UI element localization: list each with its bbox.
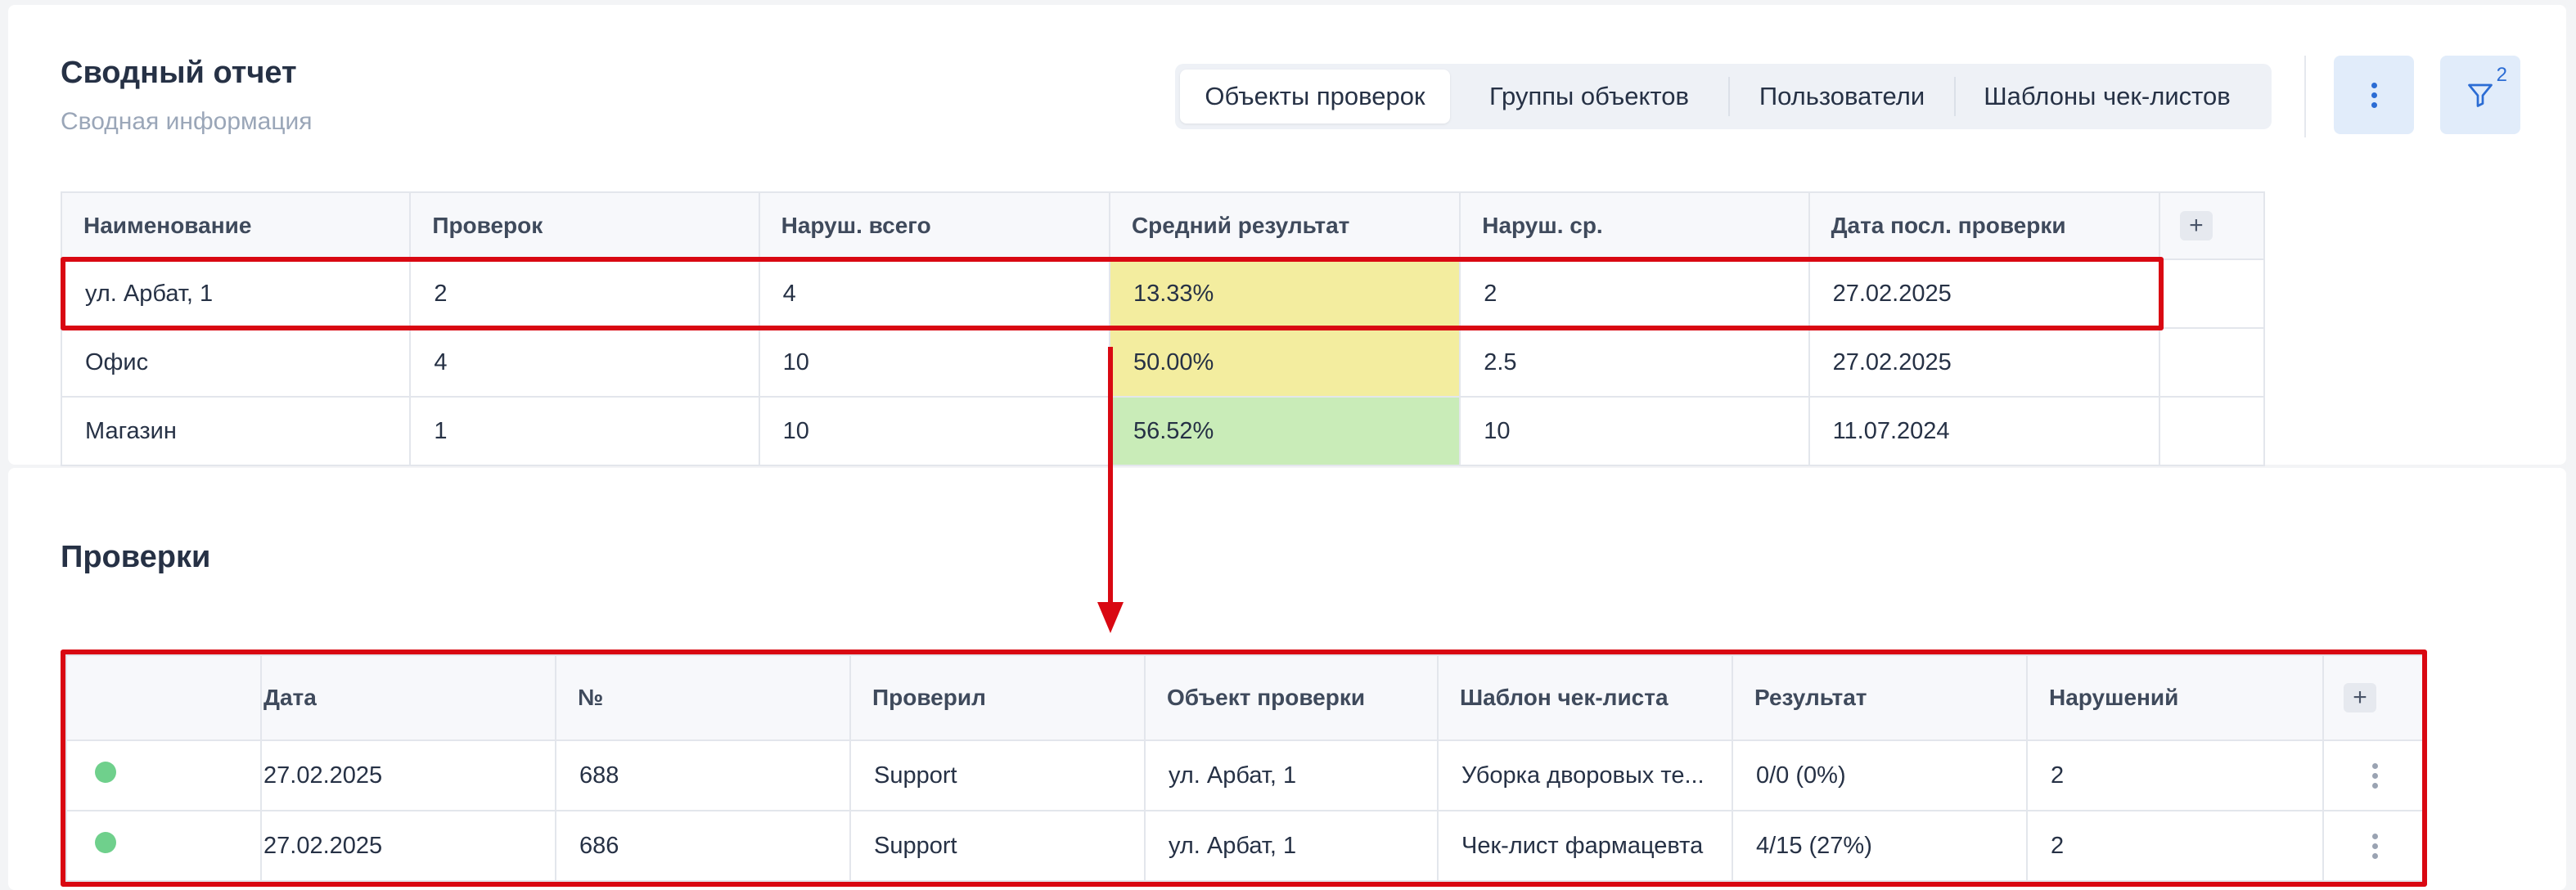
cell-result: 0/0 (0%): [1732, 739, 2028, 811]
add-column-button[interactable]: +: [2344, 683, 2376, 712]
cell-name: ул. Арбат, 1: [60, 258, 412, 329]
summary-table: Наименование Проверок Наруш. всего Средн…: [60, 191, 2266, 466]
cell-violations: 2: [2026, 810, 2324, 882]
cell-status: [65, 810, 262, 882]
cell-avg-result: 13.33%: [1108, 258, 1461, 329]
cell-checks: 1: [409, 396, 760, 466]
column-header-last-check-date[interactable]: Дата посл. проверки: [1808, 191, 2160, 260]
cell-avg-result: 56.52%: [1108, 396, 1461, 466]
tab-users[interactable]: Пользователи: [1730, 70, 1954, 124]
page-title: Сводный отчет: [61, 56, 297, 90]
table-header-row: Наименование Проверок Наруш. всего Средн…: [60, 191, 2266, 260]
cell-name: Офис: [60, 327, 412, 398]
add-column-button[interactable]: +: [2179, 211, 2213, 240]
column-header-number[interactable]: №: [555, 654, 851, 741]
row-menu-icon[interactable]: [2325, 762, 2425, 789]
cell-row-menu: [2322, 739, 2427, 811]
status-dot-icon: [95, 762, 116, 783]
cell-result: 4/15 (27%): [1732, 810, 2028, 882]
cell-last-check-date: 11.07.2024: [1808, 396, 2160, 466]
column-header-object[interactable]: Объект проверки: [1144, 654, 1439, 741]
cell-violations: 2: [2026, 739, 2324, 811]
cell-violations-total: 10: [758, 327, 1110, 398]
cell-last-check-date: 27.02.2025: [1808, 258, 2160, 329]
cell-row-menu: [2322, 810, 2427, 882]
table-row[interactable]: Магазин 1 10 56.52% 10 11.07.2024: [60, 396, 2266, 466]
filter-icon: [2468, 83, 2493, 107]
cell-violations-total: 10: [758, 396, 1110, 466]
add-column-cell: +: [2322, 654, 2427, 741]
tab-inspection-objects[interactable]: Объекты проверок: [1180, 70, 1450, 124]
column-header-violations-avg[interactable]: Наруш. ср.: [1459, 191, 1810, 260]
add-column-cell: +: [2158, 191, 2266, 260]
cell-number: 686: [555, 810, 851, 882]
tab-object-groups[interactable]: Группы объектов: [1450, 70, 1728, 124]
filter-button[interactable]: 2: [2440, 56, 2520, 134]
table-row[interactable]: Офис 4 10 50.00% 2.5 27.02.2025: [60, 327, 2266, 398]
cell-empty: [2158, 396, 2266, 466]
cell-template: Чек-лист фармацевта: [1437, 810, 1733, 882]
column-header-checks[interactable]: Проверок: [409, 191, 760, 260]
column-header-violations[interactable]: Нарушений: [2026, 654, 2324, 741]
table-header-row: Дата № Проверил Объект проверки Шаблон ч…: [65, 654, 2427, 741]
column-header-violations-total[interactable]: Наруш. всего: [758, 191, 1110, 260]
checks-section-title: Проверки: [61, 540, 211, 574]
tab-bar: Объекты проверок Группы объектов Пользов…: [1175, 64, 2272, 129]
more-options-button[interactable]: [2334, 56, 2414, 134]
cell-template: Уборка дворовых те...: [1437, 739, 1733, 811]
column-header-date[interactable]: Дата: [260, 654, 556, 741]
cell-object: ул. Арбат, 1: [1144, 739, 1439, 811]
cell-status: [65, 739, 262, 811]
column-header-name[interactable]: Наименование: [60, 191, 412, 260]
cell-object: ул. Арбат, 1: [1144, 810, 1439, 882]
cell-empty: [2158, 258, 2266, 329]
column-header-result[interactable]: Результат: [1732, 654, 2028, 741]
column-header-status: [65, 654, 262, 741]
cell-name: Магазин: [60, 396, 412, 466]
column-header-avg-result[interactable]: Средний результат: [1108, 191, 1461, 260]
table-row[interactable]: ул. Арбат, 1 2 4 13.33% 2 27.02.2025: [60, 258, 2266, 329]
cell-date: 27.02.2025: [260, 810, 556, 882]
table-row[interactable]: 27.02.2025 686 Support ул. Арбат, 1 Чек-…: [65, 810, 2427, 882]
cell-empty: [2158, 327, 2266, 398]
cell-avg-result: 50.00%: [1108, 327, 1461, 398]
tab-checklist-templates[interactable]: Шаблоны чек-листов: [1956, 70, 2259, 124]
table-row[interactable]: 27.02.2025 688 Support ул. Арбат, 1 Убор…: [65, 739, 2427, 811]
cell-date: 27.02.2025: [260, 739, 556, 811]
cell-checks: 4: [409, 327, 760, 398]
cell-checks: 2: [409, 258, 760, 329]
cell-number: 688: [555, 739, 851, 811]
cell-violations-avg: 2.5: [1459, 327, 1810, 398]
cell-violations-avg: 2: [1459, 258, 1810, 329]
filter-count-badge: 2: [2496, 64, 2507, 86]
cell-violations-total: 4: [758, 258, 1110, 329]
cell-inspector: Support: [849, 810, 1146, 882]
checks-table: Дата № Проверил Объект проверки Шаблон ч…: [65, 654, 2427, 882]
row-menu-icon[interactable]: [2325, 833, 2425, 859]
page-subtitle: Сводная информация: [61, 108, 313, 135]
vertical-dots-icon: [2371, 82, 2377, 108]
status-dot-icon: [95, 832, 116, 853]
cell-inspector: Support: [849, 739, 1146, 811]
toolbar-divider: [2304, 56, 2306, 137]
column-header-inspector[interactable]: Проверил: [849, 654, 1146, 741]
cell-violations-avg: 10: [1459, 396, 1810, 466]
column-header-template[interactable]: Шаблон чек-листа: [1437, 654, 1733, 741]
cell-last-check-date: 27.02.2025: [1808, 327, 2160, 398]
